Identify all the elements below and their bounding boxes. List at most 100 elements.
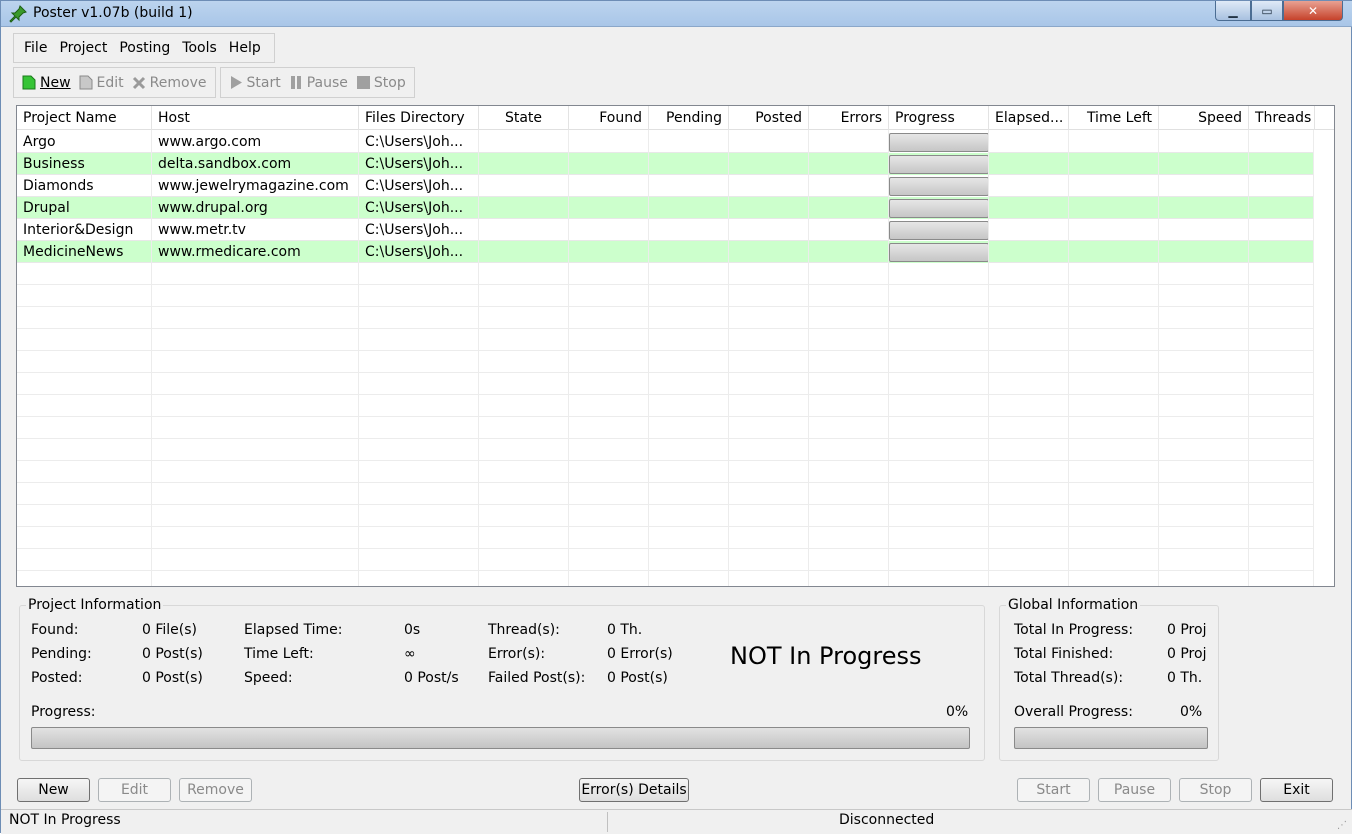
- total-in-progress-value: 0 Proj: [1167, 622, 1207, 638]
- new-button[interactable]: New: [17, 778, 90, 802]
- play-icon: [230, 76, 242, 89]
- column-host[interactable]: Host: [152, 106, 359, 130]
- cell-host: www.rmedicare.com: [152, 241, 359, 263]
- stop-icon: [356, 76, 370, 89]
- table-cell: [809, 153, 889, 175]
- resize-grip-icon[interactable]: ⋰: [1337, 820, 1349, 832]
- table-cell: [809, 131, 889, 153]
- table-cell: [569, 219, 649, 241]
- time-left-label: Time Left:: [244, 646, 314, 662]
- table-cell: [989, 241, 1069, 263]
- column-elapsed[interactable]: Elapsed...: [989, 106, 1069, 130]
- cell-project-name: Interior&Design: [17, 219, 152, 241]
- maximize-button[interactable]: ▭: [1251, 1, 1283, 21]
- remove-button[interactable]: Remove: [179, 778, 252, 802]
- grid-column-line: [728, 130, 729, 586]
- progress-label: Progress:: [31, 704, 96, 720]
- column-threads[interactable]: Threads: [1249, 106, 1315, 130]
- menu-tools[interactable]: Tools: [176, 40, 223, 56]
- column-speed[interactable]: Speed: [1159, 106, 1249, 130]
- column-errors[interactable]: Errors: [809, 106, 889, 130]
- error-details-button[interactable]: Error(s) Details: [579, 778, 689, 802]
- project-information-legend: Project Information: [26, 597, 164, 613]
- table-cell: [479, 197, 569, 219]
- menu-project[interactable]: Project: [53, 40, 113, 56]
- menu-posting[interactable]: Posting: [113, 40, 176, 56]
- edit-button[interactable]: Edit: [98, 778, 171, 802]
- table-cell: [649, 219, 729, 241]
- table-cell: [1069, 131, 1159, 153]
- remove-x-icon: [132, 76, 145, 90]
- start-button[interactable]: Start: [1017, 778, 1090, 802]
- column-state[interactable]: State: [479, 106, 569, 130]
- column-progress[interactable]: Progress: [889, 106, 989, 130]
- column-found[interactable]: Found: [569, 106, 649, 130]
- grid-line: [17, 372, 1314, 373]
- table-row[interactable]: Interior&Design www.metr.tv C:\Users\Joh..…: [17, 219, 1314, 241]
- found-label: Found:: [31, 622, 79, 638]
- column-pending[interactable]: Pending: [649, 106, 729, 130]
- table-cell: [729, 219, 809, 241]
- title-bar: Poster v1.07b (build 1) ▁ ▭ ✕: [1, 1, 1352, 27]
- grid-column-line: [1248, 130, 1249, 586]
- table-row[interactable]: Drupal www.drupal.org C:\Users\Joh...: [17, 197, 1314, 219]
- toolbar-stop-button[interactable]: Stop: [352, 71, 410, 95]
- speed-label: Speed:: [244, 670, 293, 686]
- table-cell: [989, 197, 1069, 219]
- table-cell: [1249, 175, 1314, 197]
- table-row[interactable]: Argo www.argo.com C:\Users\Joh...: [17, 131, 1314, 153]
- table-cell: [809, 175, 889, 197]
- total-in-progress-label: Total In Progress:: [1014, 622, 1134, 638]
- table-row[interactable]: MedicineNews www.rmedicare.com C:\Users\Jo…: [17, 241, 1314, 263]
- projects-grid[interactable]: Project Name Host Files Directory State …: [16, 105, 1335, 587]
- elapsed-time-value: 0s: [404, 622, 421, 638]
- minimize-button[interactable]: ▁: [1215, 1, 1251, 21]
- table-cell: [1069, 175, 1159, 197]
- table-cell: [1249, 131, 1314, 153]
- stop-button[interactable]: Stop: [1179, 778, 1252, 802]
- grid-column-line: [988, 130, 989, 586]
- cell-host: www.jewelrymagazine.com: [152, 175, 359, 197]
- column-project-name[interactable]: Project Name: [17, 106, 152, 130]
- toolbar-pause-button[interactable]: Pause: [285, 71, 352, 95]
- menu-file[interactable]: File: [18, 40, 53, 56]
- toolbar-stop-label: Stop: [373, 74, 406, 91]
- toolbar-start-button[interactable]: Start: [225, 71, 285, 95]
- table-cell: [1159, 153, 1249, 175]
- status-connection-text: Disconnected: [839, 812, 935, 828]
- found-value: 0 File(s): [142, 622, 198, 638]
- table-cell: [569, 153, 649, 175]
- row-progress-bar: [889, 199, 989, 218]
- table-row[interactable]: Diamonds www.jewelrymagazine.com C:\Users\…: [17, 175, 1314, 197]
- column-posted[interactable]: Posted: [729, 106, 809, 130]
- table-cell: [729, 241, 809, 263]
- toolbar: New Edit Remove Start Pause Stop: [13, 67, 415, 98]
- toolbar-new-button[interactable]: New: [18, 71, 75, 95]
- toolbar-remove-button[interactable]: Remove: [128, 71, 211, 95]
- errors-label: Error(s):: [488, 646, 546, 662]
- exit-button[interactable]: Exit: [1260, 778, 1333, 802]
- maximize-icon: ▭: [1261, 3, 1273, 18]
- table-cell: [729, 197, 809, 219]
- close-button[interactable]: ✕: [1283, 1, 1343, 21]
- errors-value: 0 Error(s): [607, 646, 673, 662]
- table-row[interactable]: Business delta.sandbox.com C:\Users\Joh...: [17, 153, 1314, 175]
- row-progress-bar: [889, 221, 989, 240]
- menu-bar: File Project Posting Tools Help: [13, 33, 275, 63]
- column-time-left[interactable]: Time Left: [1069, 106, 1159, 130]
- grid-line: [17, 526, 1314, 527]
- table-cell: [729, 175, 809, 197]
- toolbar-edit-button[interactable]: Edit: [75, 71, 128, 95]
- toolbar-remove-label: Remove: [149, 74, 207, 91]
- pause-button[interactable]: Pause: [1098, 778, 1171, 802]
- table-cell: [1159, 241, 1249, 263]
- grid-column-line: [648, 130, 649, 586]
- cell-files-directory: C:\Users\Joh...: [359, 197, 479, 219]
- column-files-directory[interactable]: Files Directory: [359, 106, 479, 130]
- menu-help[interactable]: Help: [223, 40, 267, 56]
- status-progress-text: NOT In Progress: [9, 812, 121, 828]
- toolbar-start-label: Start: [246, 74, 281, 91]
- table-cell: [479, 153, 569, 175]
- grid-column-line: [1313, 130, 1314, 586]
- table-cell: [1249, 153, 1314, 175]
